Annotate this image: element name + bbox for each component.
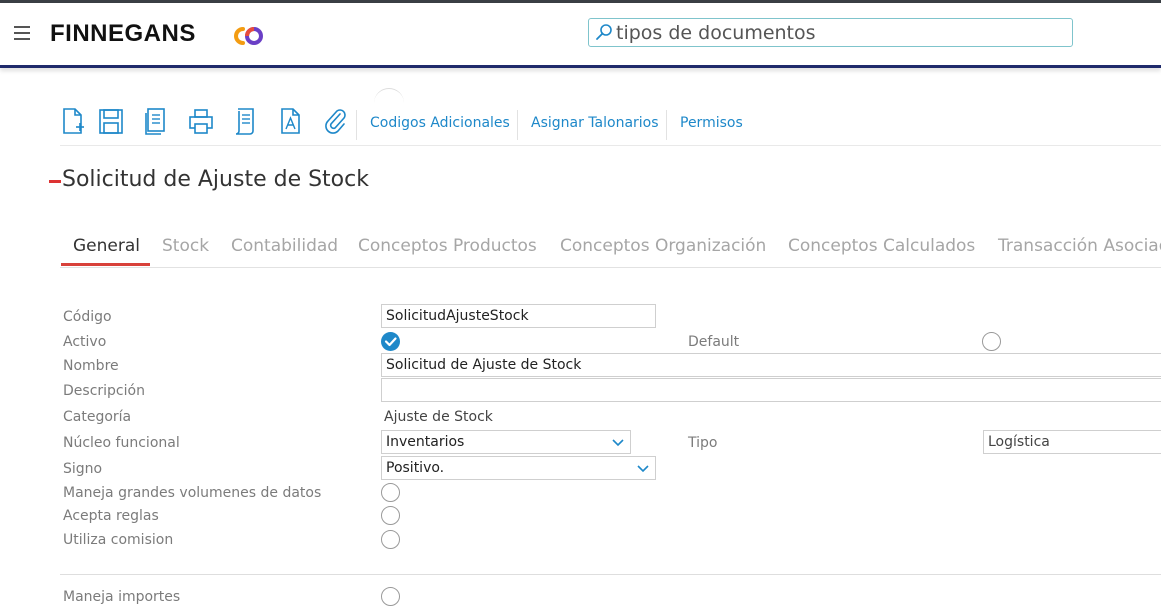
tab-conceptos-organizacion[interactable]: Conceptos Organización [560, 236, 766, 256]
nucleo-funcional-value: Inventarios [386, 434, 465, 450]
signo-value: Positivo. [386, 460, 445, 476]
app-header: FINNEGANS tipos de documentos [0, 3, 1161, 68]
utiliza-comision-label: Utiliza comision [63, 532, 174, 548]
brand-logo-icon [234, 27, 263, 45]
chevron-down-icon [637, 465, 649, 473]
maneja-importes-label: Maneja importes [63, 589, 181, 605]
tab-general[interactable]: General [73, 236, 140, 256]
search-icon [596, 24, 612, 40]
grandes-volumenes-checkbox[interactable] [381, 483, 400, 502]
utiliza-comision-checkbox[interactable] [381, 530, 400, 549]
categoria-value: Ajuste de Stock [384, 409, 493, 425]
toolbar-separator [666, 110, 667, 140]
chevron-down-icon [612, 439, 624, 447]
tipo-label: Tipo [688, 435, 718, 451]
descripcion-input[interactable] [381, 378, 1161, 402]
default-label: Default [688, 334, 740, 350]
menu-icon[interactable] [14, 26, 30, 40]
tab-transaccion-asociada[interactable]: Transacción Asociada [998, 236, 1161, 256]
grandes-volumenes-label: Maneja grandes volumenes de datos [63, 485, 322, 501]
codigos-adicionales-link[interactable]: Codigos Adicionales [370, 115, 510, 131]
toolbar-divider [60, 145, 1161, 146]
save-icon[interactable] [98, 106, 124, 136]
categoria-label: Categoría [63, 409, 132, 425]
search-box[interactable]: tipos de documentos [588, 18, 1073, 47]
tab-stock[interactable]: Stock [162, 236, 209, 256]
nombre-label: Nombre [63, 358, 119, 374]
brand-logo-text: FINNEGANS [50, 20, 196, 47]
maneja-importes-checkbox[interactable] [381, 587, 400, 606]
checkmark-icon [384, 337, 397, 347]
page-title: Solicitud de Ajuste de Stock [62, 167, 369, 192]
acepta-reglas-checkbox[interactable] [381, 506, 400, 525]
codigo-label: Código [63, 309, 112, 325]
tab-contabilidad[interactable]: Contabilidad [231, 236, 338, 256]
signo-label: Signo [63, 461, 103, 477]
search-input[interactable]: tipos de documentos [616, 22, 816, 44]
print-icon[interactable] [188, 106, 214, 136]
toolbar-separator [356, 110, 357, 140]
nombre-input[interactable]: Solicitud de Ajuste de Stock [381, 353, 1161, 377]
nucleo-funcional-select[interactable]: Inventarios [381, 430, 631, 454]
codigo-input[interactable]: SolicitudAjusteStock [381, 304, 656, 328]
list-report-icon[interactable] [233, 106, 259, 136]
active-tab-indicator [61, 263, 150, 266]
tab-bar: General Stock Contabilidad Conceptos Pro… [60, 234, 1161, 268]
title-accent-bar [49, 180, 61, 183]
attachment-icon[interactable] [322, 106, 348, 136]
section-divider [60, 574, 1161, 575]
tab-conceptos-calculados[interactable]: Conceptos Calculados [788, 236, 975, 256]
activo-checkbox[interactable] [381, 332, 400, 351]
copy-icon[interactable] [143, 106, 169, 136]
toolbar-separator [517, 110, 518, 140]
loading-spinner [374, 88, 404, 118]
asignar-talonarios-link[interactable]: Asignar Talonarios [531, 115, 659, 131]
nucleo-funcional-label: Núcleo funcional [63, 435, 180, 451]
new-document-icon[interactable] [60, 106, 86, 136]
acepta-reglas-label: Acepta reglas [63, 508, 159, 524]
permisos-link[interactable]: Permisos [680, 115, 743, 131]
tipo-input[interactable]: Logística [983, 430, 1161, 454]
text-document-icon[interactable] [278, 106, 304, 136]
default-checkbox[interactable] [982, 332, 1001, 351]
signo-select[interactable]: Positivo. [381, 456, 656, 480]
descripcion-label: Descripción [63, 383, 145, 399]
activo-label: Activo [63, 334, 107, 350]
tab-conceptos-productos[interactable]: Conceptos Productos [358, 236, 537, 256]
